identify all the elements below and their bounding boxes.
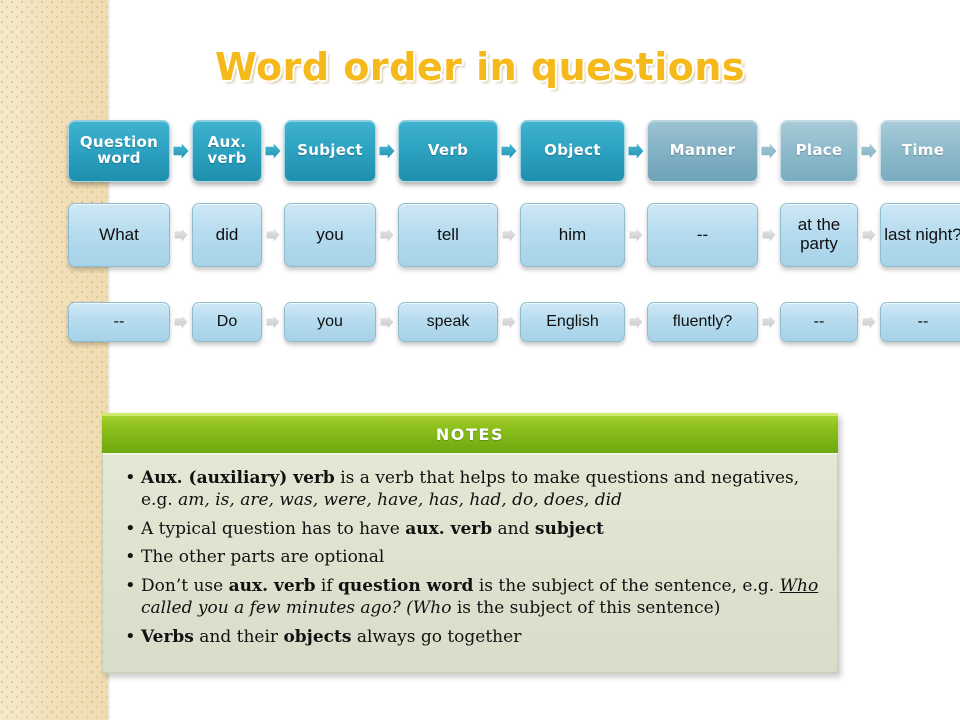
note-text-fragment: aux. verb	[228, 575, 316, 596]
arrow-right-icon	[758, 225, 780, 245]
example-question-2-cell: Do	[192, 302, 262, 342]
example-question-1-row: What did you tell him -- at the party last nigh…	[68, 203, 960, 267]
example-question-2-cell: you	[284, 302, 376, 342]
arrow-right-glyph	[266, 228, 280, 242]
arrow-right-glyph	[629, 228, 643, 242]
note-verbs-objects: Verbs and their objects always go togeth…	[125, 625, 819, 649]
arrow-right-glyph	[762, 315, 776, 329]
note-text-fragment: am, is, are, was, were, have, has, had, …	[178, 490, 622, 511]
word-order-header-cell: Place	[780, 120, 858, 182]
page-title: Word order in questions	[214, 45, 746, 90]
arrow-right-icon	[625, 225, 647, 245]
arrow-right-icon	[498, 141, 520, 161]
arrow-right-icon	[170, 141, 192, 161]
arrow-right-icon	[758, 312, 780, 332]
word-order-header-cell: Time	[880, 120, 960, 182]
arrow-right-icon	[858, 225, 880, 245]
arrow-right-glyph	[380, 315, 394, 329]
arrow-right-icon	[262, 141, 284, 161]
notes-panel-body: Aux. (auxiliary) verb is a verb that hel…	[102, 453, 838, 674]
sidebar-texture-band	[0, 0, 108, 720]
note-text-fragment: Who	[779, 575, 819, 596]
arrow-right-icon	[262, 225, 284, 245]
example-question-2-cell: fluently?	[647, 302, 758, 342]
word-order-header-cell: Manner	[647, 120, 758, 182]
arrow-right-glyph	[862, 228, 876, 242]
arrow-right-icon	[625, 141, 647, 161]
example-question-2-cell: speak	[398, 302, 498, 342]
example-question-1-cell: you	[284, 203, 376, 267]
arrow-right-glyph	[501, 143, 517, 159]
word-order-header-cell: Aux. verb	[192, 120, 262, 182]
note-text-fragment: Don’t use	[141, 575, 229, 596]
note-text-fragment: objects	[283, 626, 352, 647]
word-order-header-cell: Subject	[284, 120, 376, 182]
word-order-header-cell: Verb	[398, 120, 498, 182]
arrow-right-glyph	[502, 315, 516, 329]
note-question-word-subject: Don’t use aux. verb if question word is …	[125, 574, 819, 620]
example-question-2-cell: --	[880, 302, 960, 342]
note-text-fragment: A typical question has to have	[141, 518, 406, 539]
note-text-fragment: is the subject of the sentence, e.g.	[473, 575, 780, 596]
note-text-fragment: question word	[338, 575, 474, 596]
note-text-fragment: called you a few minutes ago? (Who	[141, 598, 452, 619]
arrow-right-icon	[170, 312, 192, 332]
arrow-right-glyph	[502, 228, 516, 242]
arrow-right-glyph	[628, 143, 644, 159]
arrow-right-icon	[625, 312, 647, 332]
notes-panel: NOTES Aux. (auxiliary) verb is a verb th…	[102, 413, 838, 674]
arrow-right-glyph	[761, 143, 777, 159]
arrow-right-icon	[262, 312, 284, 332]
arrow-right-glyph	[174, 315, 188, 329]
note-text-fragment: aux. verb	[405, 518, 493, 539]
arrow-right-icon	[376, 225, 398, 245]
arrow-right-icon	[170, 225, 192, 245]
example-question-1-cell: him	[520, 203, 625, 267]
note-text-fragment: and	[492, 518, 535, 539]
example-question-1-cell: last night?	[880, 203, 960, 267]
arrow-right-glyph	[379, 143, 395, 159]
notes-panel-title: NOTES	[102, 413, 838, 453]
note-text-fragment: always go together	[351, 626, 522, 647]
note-text-fragment: is the subject of this sentence)	[451, 598, 721, 619]
notes-list: Aux. (auxiliary) verb is a verb that hel…	[121, 466, 819, 649]
note-aux-verb: Aux. (auxiliary) verb is a verb that hel…	[125, 466, 819, 512]
arrow-right-glyph	[762, 228, 776, 242]
arrow-right-icon	[858, 141, 880, 161]
example-question-1-cell: What	[68, 203, 170, 267]
example-question-1-cell: at the party	[780, 203, 858, 267]
arrow-right-icon	[376, 312, 398, 332]
example-question-2-cell: --	[780, 302, 858, 342]
note-typical-question: A typical question has to have aux. verb…	[125, 517, 819, 541]
example-question-2-cell: English	[520, 302, 625, 342]
arrow-right-glyph	[861, 143, 877, 159]
example-question-1-cell: tell	[398, 203, 498, 267]
word-order-header-row: Question word Aux. verb Subject Verb Object M…	[68, 120, 960, 182]
arrow-right-icon	[858, 312, 880, 332]
arrow-right-icon	[498, 312, 520, 332]
note-text-fragment: Verbs	[141, 626, 194, 647]
word-order-header-cell: Question word	[68, 120, 170, 182]
example-question-1-cell: --	[647, 203, 758, 267]
note-text-fragment: Aux. (auxiliary) verb	[141, 468, 335, 488]
arrow-right-icon	[376, 141, 398, 161]
note-optional-parts: The other parts are optional	[125, 545, 819, 569]
arrow-right-glyph	[174, 228, 188, 242]
note-text-fragment: and their	[193, 626, 284, 647]
arrow-right-glyph	[173, 143, 189, 159]
note-text-fragment: The other parts are optional	[141, 547, 385, 568]
word-order-header-cell: Object	[520, 120, 625, 182]
note-text-fragment: if	[315, 575, 339, 596]
arrow-right-icon	[498, 225, 520, 245]
arrow-right-glyph	[862, 315, 876, 329]
arrow-right-glyph	[380, 228, 394, 242]
note-text-fragment: subject	[534, 518, 604, 539]
example-question-2-cell: --	[68, 302, 170, 342]
arrow-right-glyph	[266, 315, 280, 329]
example-question-2-row: -- Do you speak English fluently? -- --	[68, 302, 960, 342]
arrow-right-glyph	[629, 315, 643, 329]
example-question-1-cell: did	[192, 203, 262, 267]
arrow-right-icon	[758, 141, 780, 161]
arrow-right-glyph	[265, 143, 281, 159]
